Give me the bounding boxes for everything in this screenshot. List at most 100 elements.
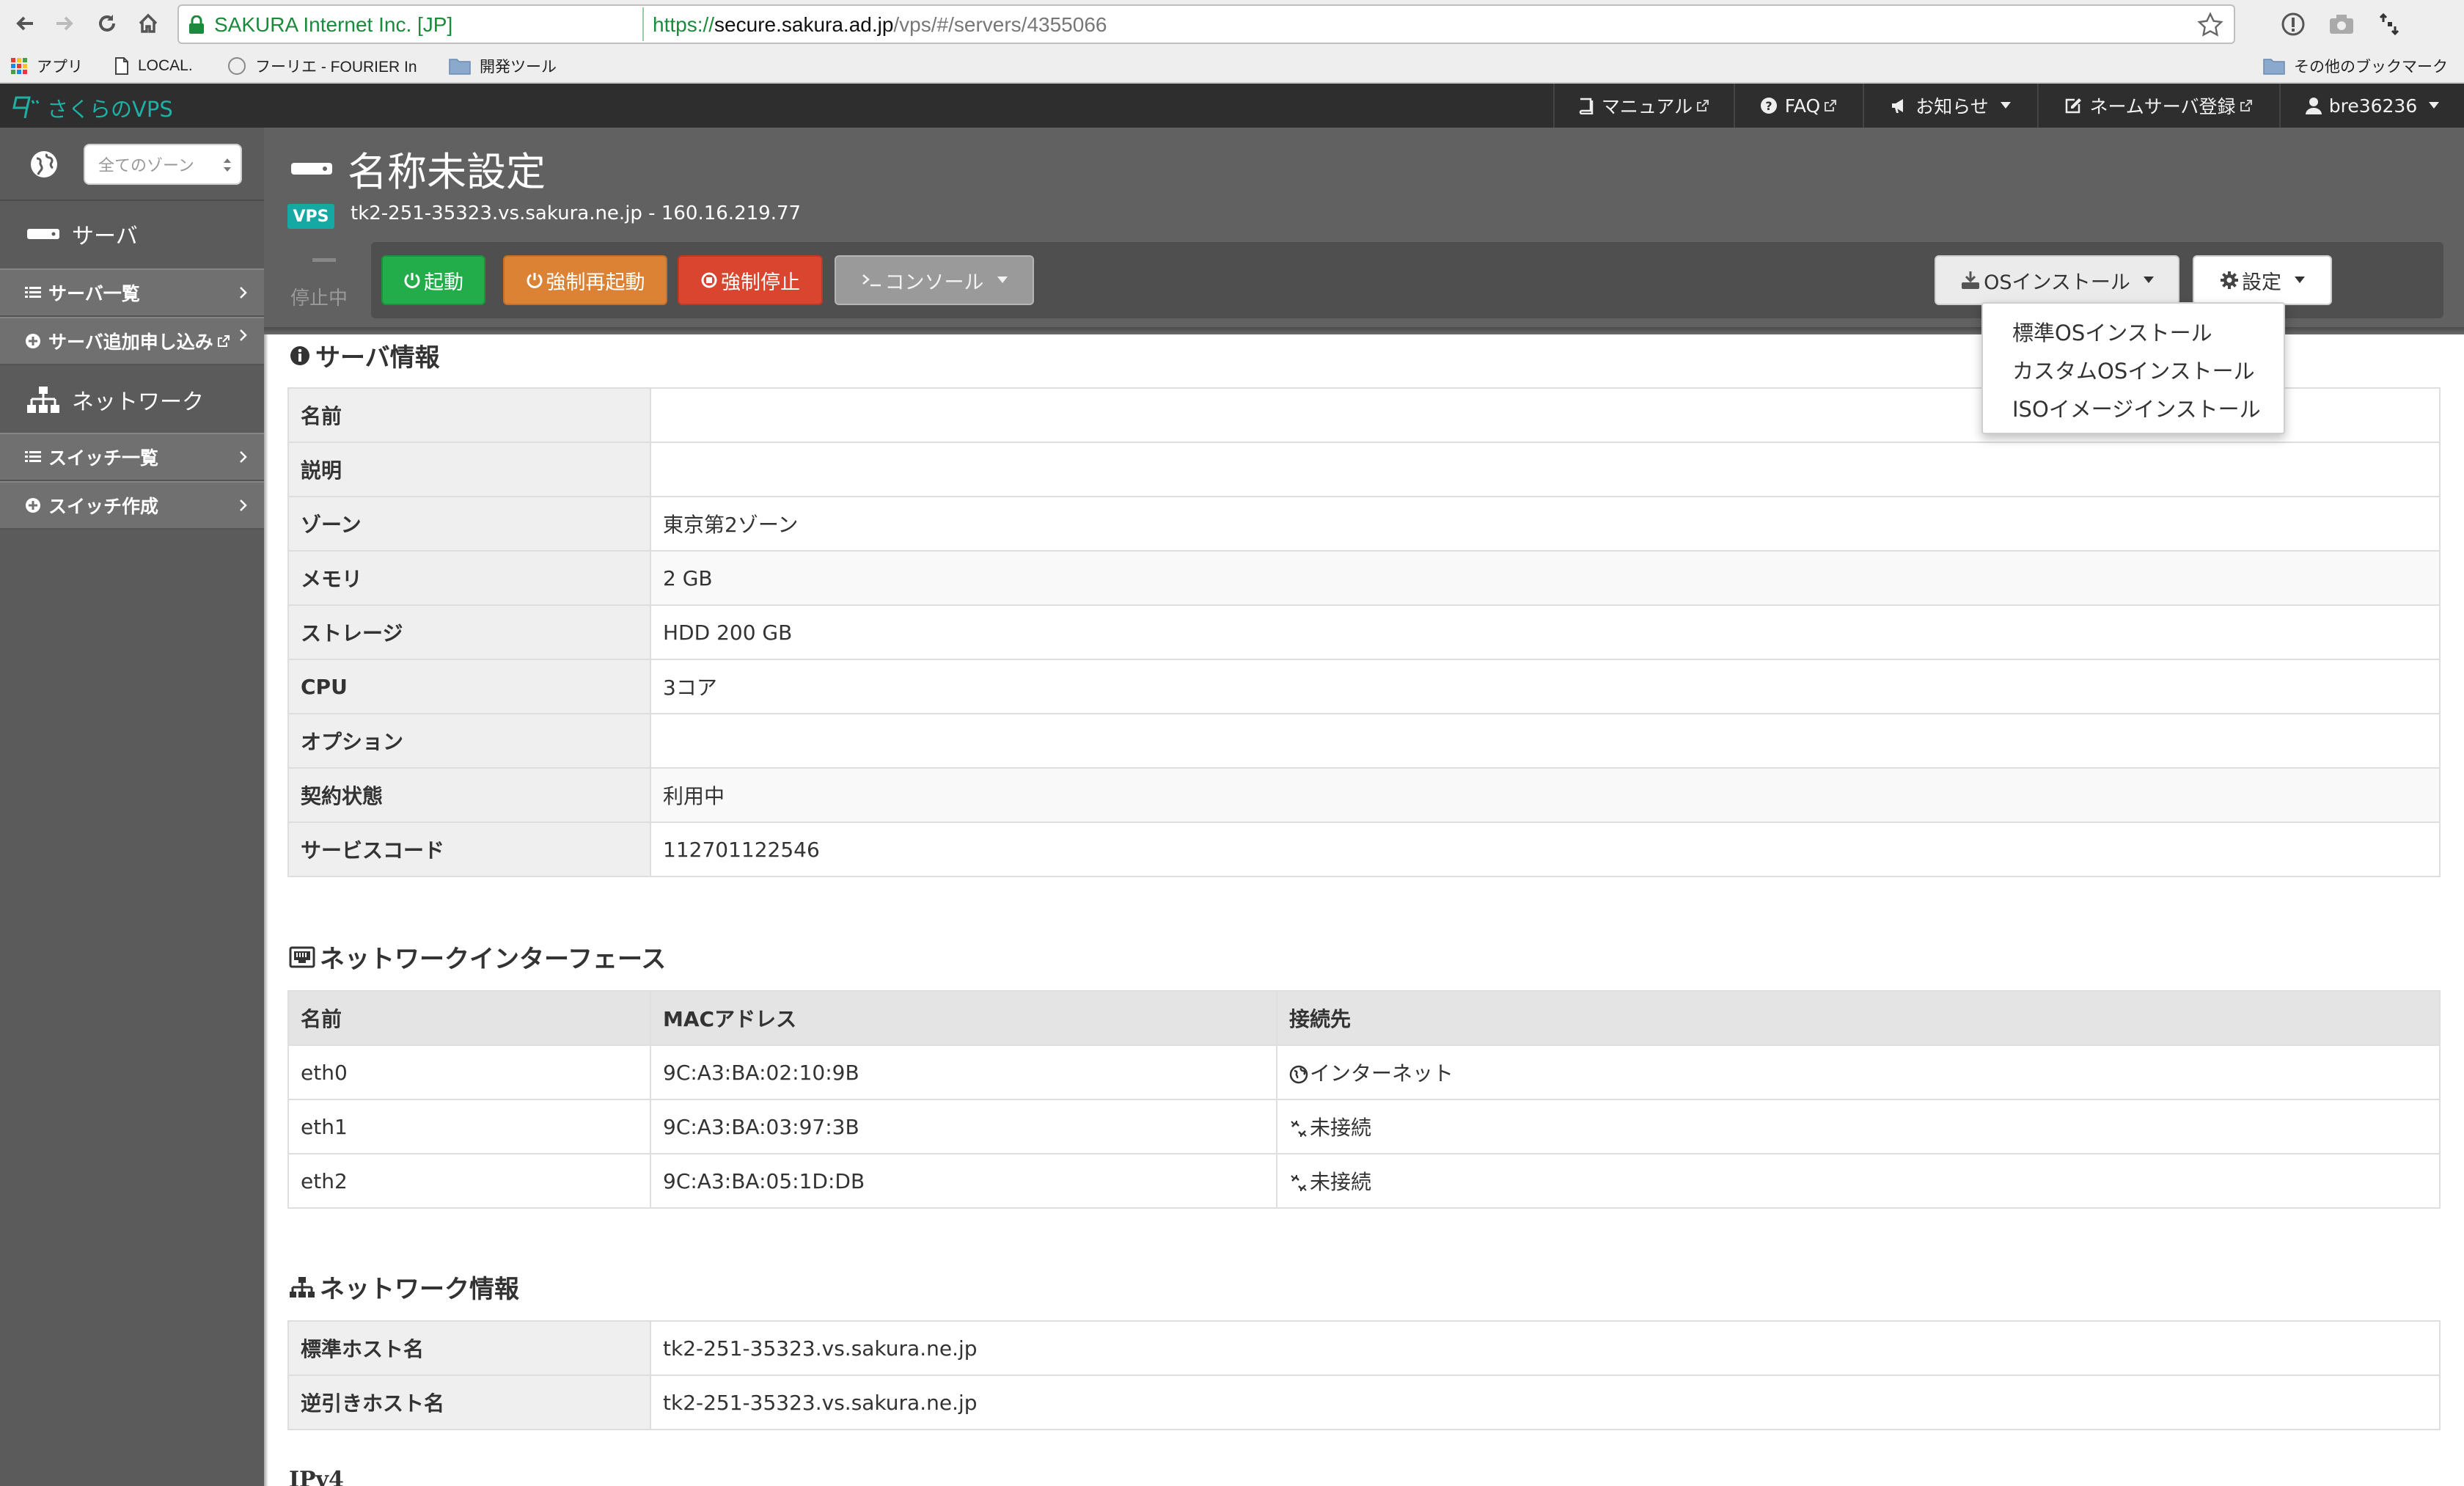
console-button[interactable]: コンソール (835, 255, 1034, 305)
start-button[interactable]: 起動 (381, 255, 485, 305)
sidebar-item-label: サーバ追加申し込み (48, 332, 213, 353)
info-extension-icon[interactable] (2278, 9, 2309, 40)
server-title: 名称未設定 (290, 139, 546, 197)
sidebar-heading-network: ネットワーク (0, 367, 264, 433)
column-header: 接続先 (1276, 990, 2441, 1046)
table-header-row: 名前 MACアドレス 接続先 (287, 990, 2441, 1046)
bookmark-apps[interactable]: アプリ (10, 53, 83, 79)
ev-divider (642, 7, 644, 41)
menu-item-iso-image[interactable]: ISOイメージインストール (1983, 389, 2284, 427)
os-install-button[interactable]: OSインストール (1935, 255, 2179, 305)
menu-item-standard-os[interactable]: 標準OSインストール (1983, 312, 2284, 351)
camera-extension-icon[interactable] (2326, 9, 2357, 40)
table-row: オプション (287, 713, 2441, 769)
force-restart-button[interactable]: 強制再起動 (503, 255, 667, 305)
nav-label: ネームサーバ登録 (2089, 96, 2236, 117)
row-value: tk2-251-35323.vs.sakura.ne.jp (650, 1375, 2441, 1430)
nav-nameserver[interactable]: ネームサーバ登録 (2037, 84, 2279, 128)
external-link-icon (1695, 98, 1710, 113)
menu-item-custom-os[interactable]: カスタムOSインストール (1983, 351, 2284, 389)
network-info-table: 標準ホスト名 tk2-251-35323.vs.sakura.ne.jp 逆引き… (287, 1320, 2441, 1430)
server-status: 停止中 (290, 251, 355, 317)
plus-circle-icon (25, 333, 41, 349)
question-circle-icon: ? (1760, 97, 1778, 114)
url-text[interactable]: https://secure.sakura.ad.jp/vps/#/server… (653, 13, 1107, 37)
force-stop-button[interactable]: 強制停止 (678, 255, 823, 305)
nav-label: マニュアル (1601, 96, 1693, 117)
app-header: さくらのVPS マニュアル ? FAQ お知らせ ネームサーバ登録 bre362… (0, 84, 2464, 128)
back-arrow-icon[interactable] (10, 9, 40, 38)
sidebar-item-server-add[interactable]: サーバ追加申し込み (0, 317, 264, 365)
bookmark-fourier[interactable]: フーリエ - FOURIER In (227, 53, 417, 79)
bookmark-label: 開発ツール (480, 59, 557, 76)
sidebar-item-switch-create[interactable]: スイッチ作成 (0, 481, 264, 530)
sidebar-heading-server: サーバ (0, 201, 264, 267)
nav-notices[interactable]: お知らせ (1863, 84, 2037, 128)
brand-name: さくらのVPS (47, 97, 173, 122)
ev-certificate-label[interactable]: SAKURA Internet Inc. [JP] (214, 13, 452, 37)
row-value: HDD 200 GB (650, 604, 2441, 660)
terminal-icon (862, 272, 882, 288)
nav-label: お知らせ (1915, 96, 1989, 117)
table-row: ストレージ HDD 200 GB (287, 604, 2441, 660)
section-title-ipv4: IPv4 (289, 1467, 344, 1486)
section-title-label: ネットワークインターフェース (320, 945, 667, 974)
nic-destination-label: インターネット (1310, 1061, 1454, 1086)
unlink-icon (1289, 1174, 1308, 1193)
home-icon[interactable] (133, 9, 163, 38)
url-host: secure.sakura.ad.jp (714, 13, 894, 36)
os-install-label: OSインストール (1984, 271, 2130, 294)
bookmark-devtools[interactable]: 開発ツール (449, 53, 557, 79)
reload-icon[interactable] (92, 9, 122, 38)
globe-icon (1289, 1065, 1308, 1084)
bookmark-label: アプリ (37, 59, 83, 76)
bookmark-label: フーリエ - FOURIER In (255, 59, 417, 76)
stop-circle-icon (700, 271, 718, 289)
settings-button[interactable]: 設定 (2193, 255, 2332, 305)
zone-select[interactable]: 全てのゾーン (84, 144, 242, 185)
table-row: eth2 9C:A3:BA:05:1D:DB 未接続 (287, 1153, 2441, 1209)
external-link-icon (216, 334, 231, 348)
nav-user[interactable]: bre36236 (2279, 84, 2464, 128)
sidebar-item-label: サーバ一覧 (48, 283, 140, 304)
bookmark-local[interactable]: LOCAL. (114, 53, 193, 79)
nav-label: bre36236 (2328, 95, 2418, 117)
console-label: コンソール (884, 271, 984, 294)
row-label: オプション (287, 713, 651, 769)
bookmark-star-icon[interactable] (2197, 12, 2223, 38)
sidebar-item-server-list[interactable]: サーバ一覧 (0, 268, 264, 317)
nav-faq[interactable]: ? FAQ (1734, 84, 1863, 128)
bookmark-other[interactable]: その他のブックマーク (2263, 53, 2448, 79)
sync-extension-icon[interactable] (2375, 9, 2405, 40)
globe-icon (29, 150, 59, 179)
table-row: CPU 3コア (287, 659, 2441, 714)
row-value: 3コア (650, 659, 2441, 714)
sitemap-icon (26, 386, 60, 414)
section-title-label: サーバ情報 (315, 343, 440, 373)
caret-down-icon (2429, 102, 2440, 109)
row-label: メモリ (287, 550, 651, 606)
row-value: 2 GB (650, 550, 2441, 606)
vps-badge: VPS (287, 204, 334, 229)
table-row: 契約状態 利用中 (287, 767, 2441, 823)
nic-table: 名前 MACアドレス 接続先 eth0 9C:A3:BA:02:10:9B イン… (287, 990, 2441, 1209)
section-title-nic: ネットワークインターフェース (289, 939, 666, 975)
server-name: 名称未設定 (348, 149, 546, 195)
row-value: tk2-251-35323.vs.sakura.ne.jp (650, 1320, 2441, 1376)
address-bar[interactable]: SAKURA Internet Inc. [JP] https://secure… (177, 4, 2235, 44)
status-indicator (312, 258, 336, 262)
table-row: 逆引きホスト名 tk2-251-35323.vs.sakura.ne.jp (287, 1375, 2441, 1430)
apps-grid-icon (10, 57, 28, 75)
server-drive-icon (26, 227, 60, 241)
nav-manual[interactable]: マニュアル (1553, 84, 1734, 128)
nic-destination-label: 未接続 (1310, 1170, 1372, 1194)
nic-name: eth2 (287, 1153, 651, 1209)
chevron-right-icon (239, 450, 248, 464)
zone-filter: 全てのゾーン (0, 128, 264, 201)
forward-arrow-icon[interactable] (50, 9, 79, 38)
row-value: 112701122546 (650, 821, 2441, 877)
caret-down-icon (2143, 277, 2154, 284)
brand-logo[interactable]: さくらのVPS (12, 92, 173, 123)
sidebar-item-switch-list[interactable]: スイッチ一覧 (0, 433, 264, 481)
lock-icon (188, 15, 205, 34)
